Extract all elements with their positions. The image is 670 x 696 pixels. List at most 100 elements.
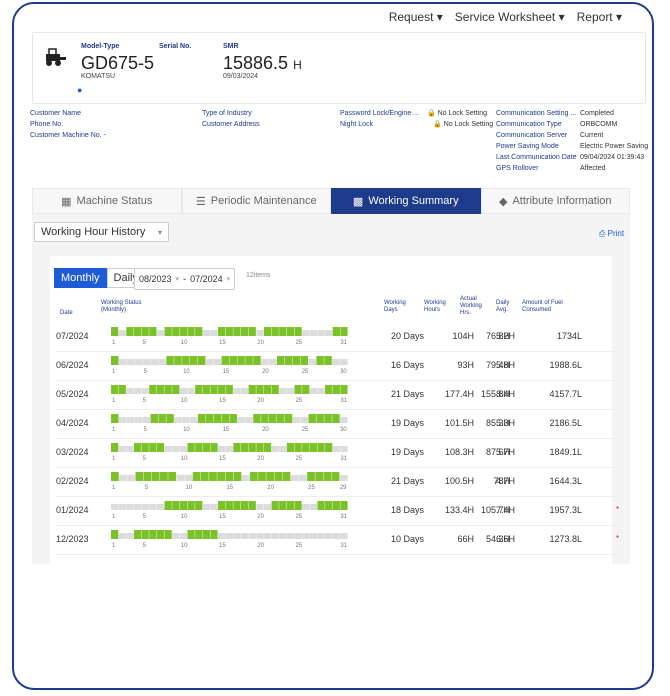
- day-idle: [245, 417, 253, 423]
- monthly-button[interactable]: Monthly: [54, 268, 107, 288]
- day-working: [225, 385, 233, 394]
- table-row[interactable]: 12/2023 10 Days 66H 54.3H 6.6H 1273.8L 1 5 10 15 2…: [56, 525, 619, 555]
- day-idle: [210, 504, 218, 510]
- date-range-picker[interactable]: 08/2023 ▾ - 07/2024 ▾: [134, 268, 236, 290]
- day-idle: [126, 504, 134, 510]
- tab-machine-status[interactable]: ▦ Machine Status: [32, 188, 182, 214]
- table-row[interactable]: 05/2024 21 Days 177.4H 155.8H 8.4H 4157.7L 1 5 1…: [56, 380, 616, 410]
- table-row[interactable]: 01/2024 18 Days 133.4H 105.7H 7.4H 1957.3L 1 5 1…: [56, 496, 619, 526]
- day-idle: [256, 533, 264, 539]
- status-bar-svg: 1 5 10 15 20 25 31: [111, 501, 348, 520]
- day-idle: [164, 446, 172, 452]
- day-idle: [176, 475, 185, 481]
- table-row[interactable]: 04/2024 19 Days 101.5H 85.3H 5.3H 2186.5L 1 5 10…: [56, 409, 616, 439]
- day-idle: [133, 504, 142, 510]
- day-working: [240, 501, 249, 510]
- tab-attribute-information[interactable]: ◆ Attribute Information: [480, 188, 630, 214]
- day-working: [179, 501, 188, 510]
- status-bar-svg: 1 5 10 15 20 25 30: [111, 414, 348, 433]
- day-idle: [290, 475, 299, 481]
- day-working: [263, 443, 272, 452]
- day-working: [111, 530, 119, 539]
- day-working: [156, 530, 165, 539]
- day-working: [190, 356, 198, 365]
- day-working: [240, 443, 249, 452]
- chevron-down-icon: ▾: [157, 227, 162, 237]
- table-row[interactable]: 02/2024 21 Days 100.5H 78H 4.7H 1644.3L 1 5 10 15…: [56, 467, 616, 497]
- cell-avg: 8.4H: [496, 389, 516, 399]
- cell-hours: 133.4H: [444, 505, 474, 515]
- day-idle: [263, 533, 272, 539]
- day-tick-label: 20: [257, 456, 264, 462]
- day-working: [294, 327, 302, 336]
- day-idle: [317, 330, 325, 336]
- day-idle: [298, 475, 307, 481]
- day-working: [156, 385, 165, 394]
- day-idle: [308, 359, 316, 365]
- day-idle: [118, 504, 126, 510]
- day-working: [286, 443, 295, 452]
- range-to: 07/2024: [190, 274, 223, 284]
- printer-icon: ⎙: [599, 229, 606, 238]
- lock-icon: 🔒: [426, 110, 436, 117]
- table-row[interactable]: 03/2024 19 Days 108.3H 87.6H 5.7H 1849.1L 1 5 10…: [56, 438, 616, 468]
- day-working: [302, 385, 310, 394]
- cell-avg: 5.8H: [496, 360, 516, 370]
- info-lock: Password Lock/Engine ... 🔒 No Lock Setti…: [340, 108, 493, 130]
- day-tick-label: 1: [112, 427, 116, 433]
- table-row[interactable]: 07/2024 20 Days 104H 76.8H 5.2H 1734L 1 5 10 15 20…: [56, 322, 616, 352]
- location-pin-icon[interactable]: ●: [77, 85, 82, 95]
- day-idle: [134, 417, 143, 423]
- day-working: [248, 501, 256, 510]
- day-working: [332, 501, 340, 510]
- print-link[interactable]: ⎙ Print: [599, 229, 624, 239]
- day-working: [325, 443, 333, 452]
- day-idle: [263, 504, 272, 510]
- service-worksheet-menu[interactable]: Service Worksheet ▾: [455, 10, 565, 24]
- status-bar-svg: 1 5 10 15 20 25 31: [111, 327, 348, 346]
- request-menu[interactable]: Request ▾: [389, 10, 443, 24]
- day-idle: [233, 388, 241, 394]
- day-working: [324, 414, 332, 423]
- cell-fuel: 4157.7L: [549, 389, 582, 399]
- day-working: [164, 530, 172, 539]
- day-tick-label: 5: [143, 514, 147, 520]
- history-select[interactable]: Working Hour History ▾: [34, 222, 169, 242]
- day-idle: [317, 388, 325, 394]
- day-idle: [187, 388, 195, 394]
- cell-days: 20 Days: [390, 331, 424, 341]
- day-tick-label: 25: [308, 485, 315, 491]
- day-tick-label: 15: [223, 369, 230, 375]
- info-right-keys: Communication Setting ... Communication …: [496, 108, 577, 174]
- day-working: [205, 414, 214, 423]
- cell-date: 03/2024: [56, 447, 89, 457]
- day-tick-label: 1: [112, 369, 116, 375]
- chevron-down-icon: ▾: [175, 276, 180, 283]
- day-idle: [126, 417, 135, 423]
- day-working: [164, 501, 172, 510]
- day-working: [111, 385, 119, 394]
- day-tick-label: 20: [262, 427, 269, 433]
- day-working: [156, 443, 165, 452]
- day-working: [221, 356, 230, 365]
- day-working: [307, 472, 315, 481]
- working-status-bar: 1 5 10 15 20 25 30: [111, 414, 348, 433]
- tab-working-summary[interactable]: ▩ Working Summary: [331, 188, 481, 214]
- table-row[interactable]: 06/2024 16 Days 93H 79.4H 5.8H 1988.6L 1 5 10 15 2…: [56, 351, 616, 381]
- app-window: Request ▾ Service Worksheet ▾ Report ▾ M…: [24, 4, 650, 564]
- device-frame: Request ▾ Service Worksheet ▾ Report ▾ M…: [12, 2, 654, 690]
- status-bar-svg: 1 5 10 15 20 25 30: [111, 356, 348, 375]
- cell-fuel: 2186.5L: [549, 418, 582, 428]
- cell-date: 07/2024: [56, 331, 89, 341]
- day-working: [317, 501, 325, 510]
- tab-periodic-maintenance[interactable]: ☰ Periodic Maintenance: [181, 188, 331, 214]
- day-idle: [119, 475, 127, 481]
- day-working: [294, 443, 302, 452]
- day-working: [149, 385, 157, 394]
- working-status-bar: 1 5 10 15 20 25 31: [111, 443, 348, 462]
- report-menu[interactable]: Report ▾: [577, 10, 622, 24]
- day-working: [325, 385, 333, 394]
- day-tick-label: 20: [257, 398, 264, 404]
- day-working: [317, 443, 325, 452]
- day-working: [276, 356, 285, 365]
